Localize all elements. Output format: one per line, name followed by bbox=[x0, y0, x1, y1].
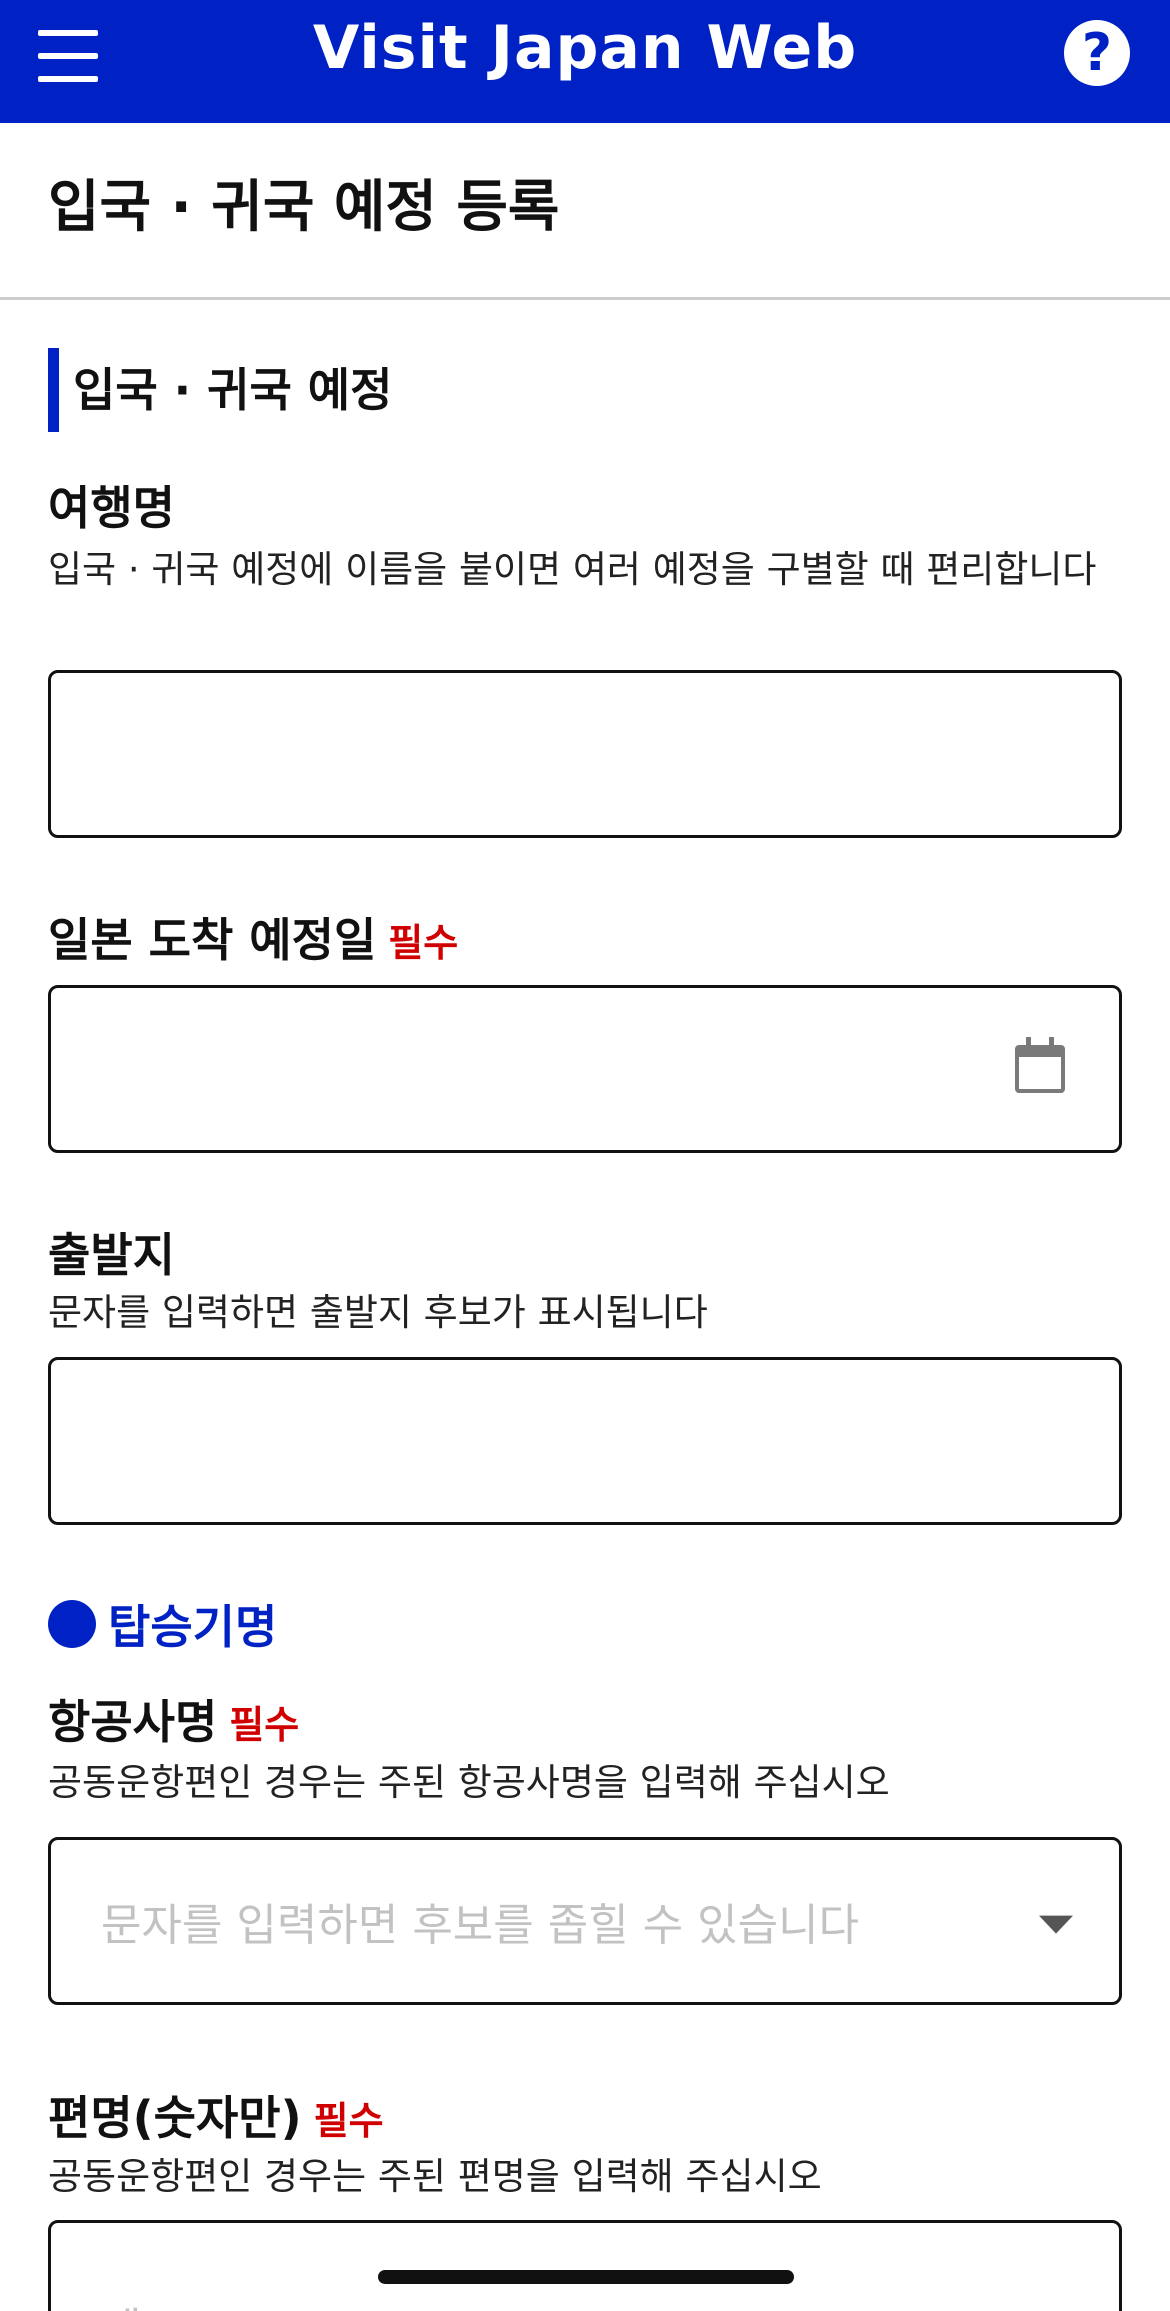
flight-number-placeholder: 예 : 1234 bbox=[101, 2293, 296, 2311]
airline-label-text: 항공사명 bbox=[48, 1695, 218, 1749]
airline-placeholder: 문자를 입력하면 후보를 좁힐 수 있습니다 bbox=[101, 1900, 860, 1951]
bullet-dot-icon bbox=[48, 1600, 96, 1648]
flight-section-title: 탑승기명 bbox=[108, 1600, 278, 1654]
flight-number-description: 공동운항편인 경우는 주된 편명을 입력해 주십시오 bbox=[48, 2155, 822, 2198]
departure-description: 문자를 입력하면 출발지 후보가 표시됩니다 bbox=[48, 1291, 708, 1334]
required-badge: 필수 bbox=[313, 2099, 384, 2143]
departure-label: 출발지 bbox=[48, 1225, 175, 1285]
section-heading: 입국 · 귀국 예정 bbox=[48, 348, 392, 432]
trip-name-input[interactable] bbox=[48, 670, 1122, 838]
airline-description: 공동운항편인 경우는 주된 항공사명을 입력해 주십시오 bbox=[48, 1761, 890, 1804]
trip-name-label: 여행명 bbox=[48, 478, 175, 538]
flight-number-input[interactable]: 예 : 1234 bbox=[48, 2220, 1122, 2311]
required-badge: 필수 bbox=[388, 921, 459, 965]
flight-number-label-text: 편명(숫자만) bbox=[48, 2091, 302, 2145]
chevron-down-icon[interactable] bbox=[1039, 1915, 1073, 1934]
flight-section-heading: 탑승기명 bbox=[48, 1592, 277, 1656]
departure-input[interactable] bbox=[48, 1357, 1122, 1525]
arrival-date-input[interactable] bbox=[48, 985, 1122, 1153]
calendar-icon[interactable] bbox=[1015, 1037, 1065, 1093]
departure-label-text: 출발지 bbox=[48, 1228, 175, 1282]
app-title: Visit Japan Web bbox=[312, 13, 858, 83]
airline-label: 항공사명 필수 bbox=[48, 1692, 299, 1755]
help-question-icon[interactable]: ? bbox=[1064, 20, 1130, 86]
home-indicator bbox=[378, 2270, 794, 2284]
trip-name-label-text: 여행명 bbox=[48, 481, 175, 535]
flight-number-label: 편명(숫자만) 필수 bbox=[48, 2088, 384, 2151]
arrival-date-label-text: 일본 도착 예정일 bbox=[48, 913, 377, 967]
app-header: Visit Japan Web ? bbox=[0, 0, 1170, 123]
arrival-date-label: 일본 도착 예정일 필수 bbox=[48, 910, 458, 973]
required-badge: 필수 bbox=[229, 1703, 300, 1747]
airline-select[interactable]: 문자를 입력하면 후보를 좁힐 수 있습니다 bbox=[48, 1837, 1122, 2005]
trip-name-description: 입국 · 귀국 예정에 이름을 붙이면 여러 예정을 구별할 때 편리합니다 bbox=[48, 548, 1097, 591]
title-divider bbox=[0, 297, 1170, 300]
page-title: 입국 · 귀국 예정 등록 bbox=[48, 175, 560, 240]
